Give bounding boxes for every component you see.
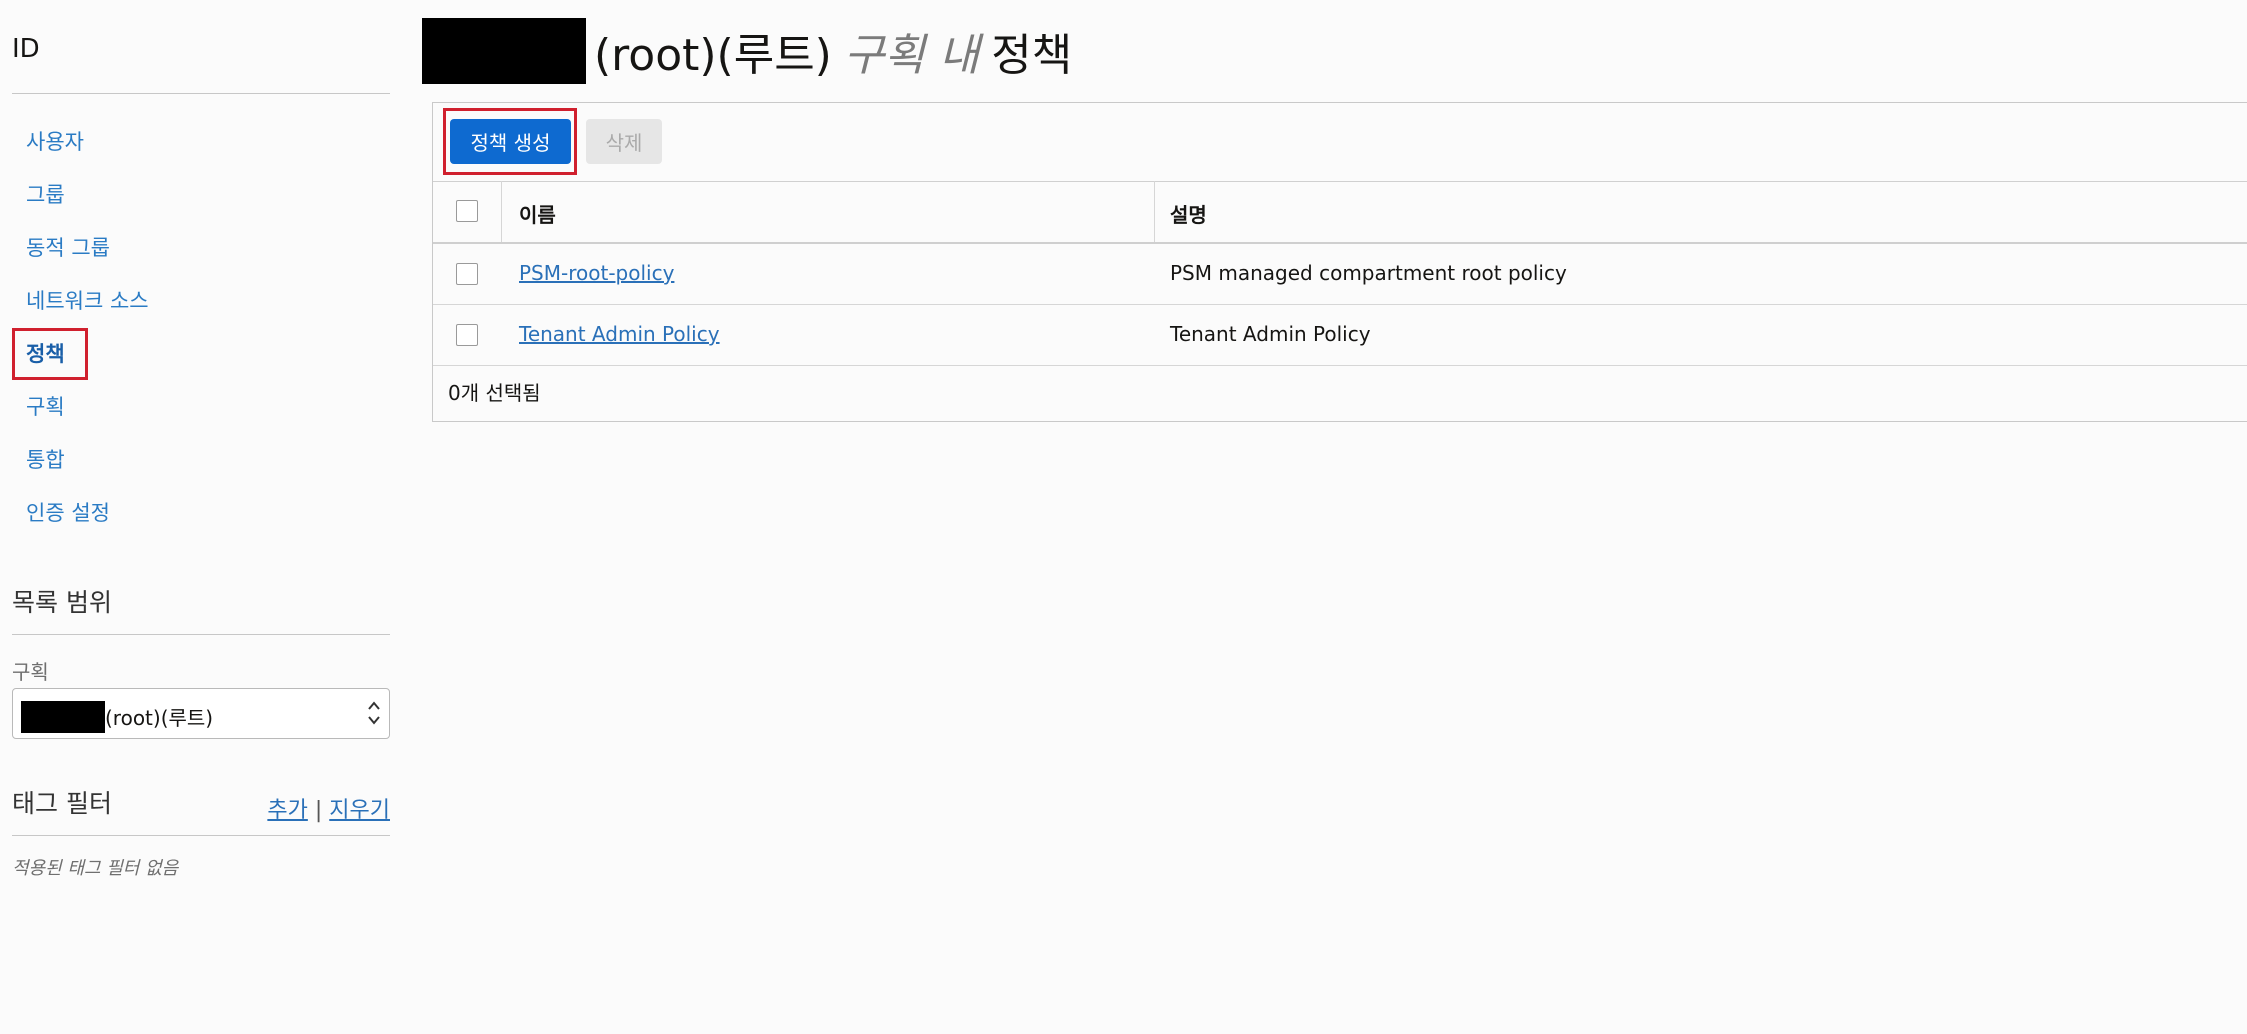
- table-toolbar: 정책 생성 삭제: [433, 103, 2247, 182]
- no-tag-filters-text: 적용된 태그 필터 없음: [12, 858, 179, 879]
- sidebar-item-federation[interactable]: 통합: [26, 444, 65, 474]
- sidebar-item-policies[interactable]: 정책: [26, 338, 65, 368]
- tag-filters-title: 태그 필터: [12, 789, 112, 818]
- title-main: 정책: [991, 30, 1073, 81]
- sidebar-title: ID: [12, 34, 40, 64]
- select-all-checkbox[interactable]: [456, 200, 478, 222]
- policy-description: PSM managed compartment root policy: [1170, 261, 1567, 285]
- title-scope: 구획 내: [843, 30, 980, 81]
- create-policy-button[interactable]: 정책 생성: [450, 119, 571, 164]
- delete-button[interactable]: 삭제: [586, 119, 662, 164]
- redacted-name: [422, 18, 586, 84]
- redacted-name: [21, 701, 105, 733]
- selection-count: 0개 선택됨: [448, 381, 541, 405]
- divider: [12, 835, 390, 836]
- select-arrows-icon: [368, 701, 380, 725]
- table-header: 이름 설명: [433, 181, 2247, 244]
- column-divider: [1154, 181, 1155, 242]
- policy-description: Tenant Admin Policy: [1170, 322, 1371, 346]
- sidebar-item-dynamic-groups[interactable]: 동적 그룹: [26, 232, 110, 262]
- row-checkbox[interactable]: [456, 324, 478, 346]
- clear-tag-filter-link[interactable]: 지우기: [329, 798, 390, 823]
- divider: [12, 634, 390, 635]
- divider: [12, 93, 390, 94]
- policy-name-link[interactable]: PSM-root-policy: [519, 261, 674, 285]
- compartment-value: (root)(루트): [105, 706, 214, 730]
- column-divider: [501, 181, 502, 242]
- page-title: (root)(루트) 구획 내 정책: [422, 18, 1072, 84]
- title-root: (root)(루트): [594, 30, 832, 81]
- column-header-description: 설명: [1170, 203, 1207, 227]
- sidebar-item-groups[interactable]: 그룹: [26, 179, 65, 209]
- table-row: Tenant Admin Policy Tenant Admin Policy: [433, 305, 2247, 366]
- compartment-label: 구획: [12, 660, 49, 684]
- column-header-name[interactable]: 이름: [519, 199, 556, 228]
- list-scope-title: 목록 범위: [12, 588, 112, 617]
- sidebar-item-users[interactable]: 사용자: [26, 126, 84, 156]
- policies-table-panel: 정책 생성 삭제 이름 설명 PSM-root-policy PSM manag…: [432, 102, 2247, 422]
- sidebar-item-compartments[interactable]: 구획: [26, 391, 65, 421]
- table-row: PSM-root-policy PSM managed compartment …: [433, 244, 2247, 305]
- policy-name-link[interactable]: Tenant Admin Policy: [519, 322, 720, 346]
- compartment-select[interactable]: (root)(루트): [12, 688, 390, 739]
- add-tag-filter-link[interactable]: 추가: [267, 798, 307, 823]
- row-checkbox[interactable]: [456, 263, 478, 285]
- sidebar-item-network-sources[interactable]: 네트워크 소스: [26, 285, 149, 315]
- link-separator: |: [314, 798, 323, 823]
- tag-filter-links: 추가 | 지우기: [267, 792, 390, 824]
- sidebar-item-auth-settings[interactable]: 인증 설정: [26, 497, 110, 527]
